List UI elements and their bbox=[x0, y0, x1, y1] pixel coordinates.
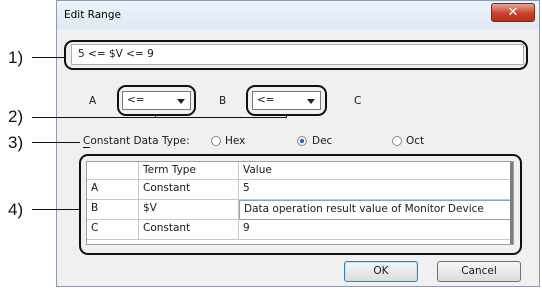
callout-leader-1 bbox=[32, 57, 64, 58]
callout-label-2: 2) bbox=[8, 107, 24, 126]
callout-label-4: 4) bbox=[8, 200, 24, 219]
radio-dec-label[interactable]: Dec bbox=[312, 135, 332, 147]
range-expression-text: 5 <= $V <= 9 bbox=[78, 48, 154, 60]
constant-data-type-label: Constant Data Type: bbox=[83, 135, 190, 147]
table-row-key: C bbox=[87, 220, 139, 240]
term-b-label: B bbox=[219, 95, 227, 107]
table-cell-value-selected[interactable]: Data operation result value of Monitor D… bbox=[239, 200, 513, 220]
table-cell-term-type[interactable]: $V bbox=[139, 200, 239, 220]
radio-hex[interactable] bbox=[211, 136, 221, 146]
radio-oct-label[interactable]: Oct bbox=[406, 135, 424, 147]
term-table: Term Type Value A Constant 5 B $V Data o… bbox=[86, 161, 514, 245]
operator-2-value: <= bbox=[257, 94, 275, 106]
cancel-button[interactable]: Cancel bbox=[437, 261, 521, 282]
range-expression-field[interactable]: 5 <= $V <= 9 bbox=[71, 44, 524, 65]
ok-button[interactable]: OK bbox=[344, 261, 418, 282]
close-button[interactable]: ✕ bbox=[491, 3, 535, 22]
callout-label-3: 3) bbox=[8, 133, 24, 152]
accelerator-underline bbox=[83, 147, 90, 148]
dialog-title: Edit Range bbox=[64, 9, 121, 21]
table-header-value: Value bbox=[239, 162, 513, 180]
callout-leader-2 bbox=[32, 117, 286, 118]
table-cell-value[interactable]: 9 bbox=[239, 220, 513, 240]
constant-data-type-text: Constant Data Type: bbox=[83, 135, 190, 147]
callout-leader-2-tick-a bbox=[155, 115, 156, 118]
operator-1-value: <= bbox=[127, 94, 145, 106]
callout-label-1: 1) bbox=[8, 48, 24, 67]
table-scrollbar[interactable] bbox=[510, 162, 513, 244]
table-header-corner bbox=[87, 162, 139, 180]
title-bar bbox=[57, 1, 539, 29]
term-a-label: A bbox=[89, 95, 97, 107]
term-c-label: C bbox=[354, 95, 362, 107]
callout-leader-2-tick-b bbox=[286, 115, 287, 118]
chevron-down-icon bbox=[177, 99, 185, 104]
table-row-key: B bbox=[87, 200, 139, 220]
radio-hex-label[interactable]: Hex bbox=[225, 135, 245, 147]
chevron-down-icon bbox=[307, 99, 315, 104]
operator-2-select[interactable]: <= bbox=[252, 91, 321, 110]
table-row-key: A bbox=[87, 180, 139, 200]
callout-leader-4 bbox=[32, 209, 79, 210]
table-header-term-type: Term Type bbox=[139, 162, 239, 180]
table-cell-term-type[interactable]: Constant bbox=[139, 220, 239, 240]
table-cell-value[interactable]: 5 bbox=[239, 180, 513, 200]
callout-leader-3 bbox=[32, 142, 80, 143]
table-cell-term-type[interactable]: Constant bbox=[139, 180, 239, 200]
operator-1-select[interactable]: <= bbox=[122, 91, 191, 110]
radio-oct[interactable] bbox=[392, 136, 402, 146]
radio-dec[interactable] bbox=[297, 136, 307, 146]
